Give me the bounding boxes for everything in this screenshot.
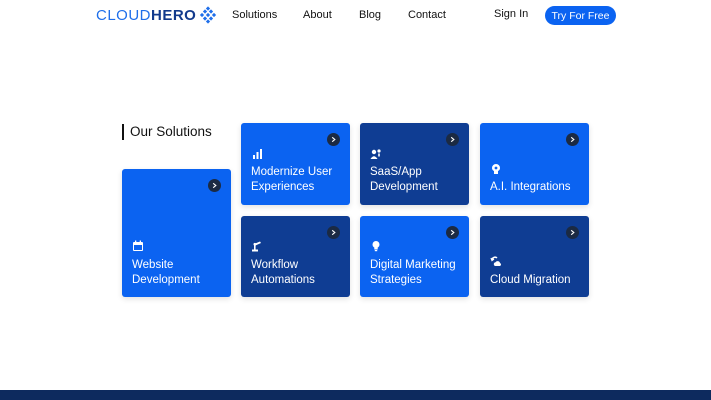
card-title: Modernize User Experiences: [251, 166, 333, 193]
arrow-right-icon[interactable]: [327, 226, 340, 239]
lightbulb-icon: [372, 241, 380, 252]
card-title: Workflow Automations: [251, 259, 315, 286]
footer-bar: [0, 390, 711, 400]
calendar-icon: [133, 240, 143, 251]
section-title: Our Solutions: [122, 124, 212, 140]
card-title: Digital Marketing Strategies: [370, 259, 456, 286]
card-title: SaaS/App Development: [370, 166, 438, 193]
cloud-sync-icon: [490, 256, 502, 266]
card-ai-integrations[interactable]: A.I. Integrations: [480, 123, 589, 205]
lightbulb-head-icon: [492, 164, 500, 174]
arrow-right-icon[interactable]: [566, 133, 579, 146]
try-for-free-button[interactable]: Try For Free: [545, 6, 616, 25]
nav-link-contact[interactable]: Contact: [408, 8, 446, 22]
top-navigation: CLOUD HERO Solutions About Blog Contact S…: [0, 0, 711, 30]
arrow-right-icon[interactable]: [208, 179, 221, 192]
card-title: Website Development: [132, 259, 200, 286]
card-cloud-migration[interactable]: Cloud Migration: [480, 216, 589, 297]
card-workflow-automations[interactable]: Workflow Automations: [241, 216, 350, 297]
arrow-right-icon[interactable]: [566, 226, 579, 239]
card-title: Cloud Migration: [490, 274, 571, 286]
robot-arm-icon: [252, 241, 261, 252]
card-title: A.I. Integrations: [490, 181, 571, 193]
sign-in-link[interactable]: Sign In: [494, 8, 528, 20]
logo-diamond-icon: [200, 6, 217, 24]
arrow-right-icon[interactable]: [446, 226, 459, 239]
nav-link-solutions[interactable]: Solutions: [232, 8, 277, 22]
users-icon: [370, 149, 381, 159]
nav-link-blog[interactable]: Blog: [359, 8, 381, 22]
brand-part-cloud: CLOUD: [96, 6, 152, 24]
brand-logo[interactable]: CLOUD HERO: [96, 6, 217, 24]
card-modernize-user-experiences[interactable]: Modernize User Experiences: [241, 123, 350, 205]
card-digital-marketing-strategies[interactable]: Digital Marketing Strategies: [360, 216, 469, 297]
card-website-development[interactable]: Website Development: [122, 169, 231, 297]
brand-part-hero: HERO: [151, 6, 197, 24]
card-saas-app-development[interactable]: SaaS/App Development: [360, 123, 469, 205]
bar-chart-icon: [253, 149, 262, 159]
nav-link-about[interactable]: About: [303, 8, 332, 22]
arrow-right-icon[interactable]: [446, 133, 459, 146]
arrow-right-icon[interactable]: [327, 133, 340, 146]
